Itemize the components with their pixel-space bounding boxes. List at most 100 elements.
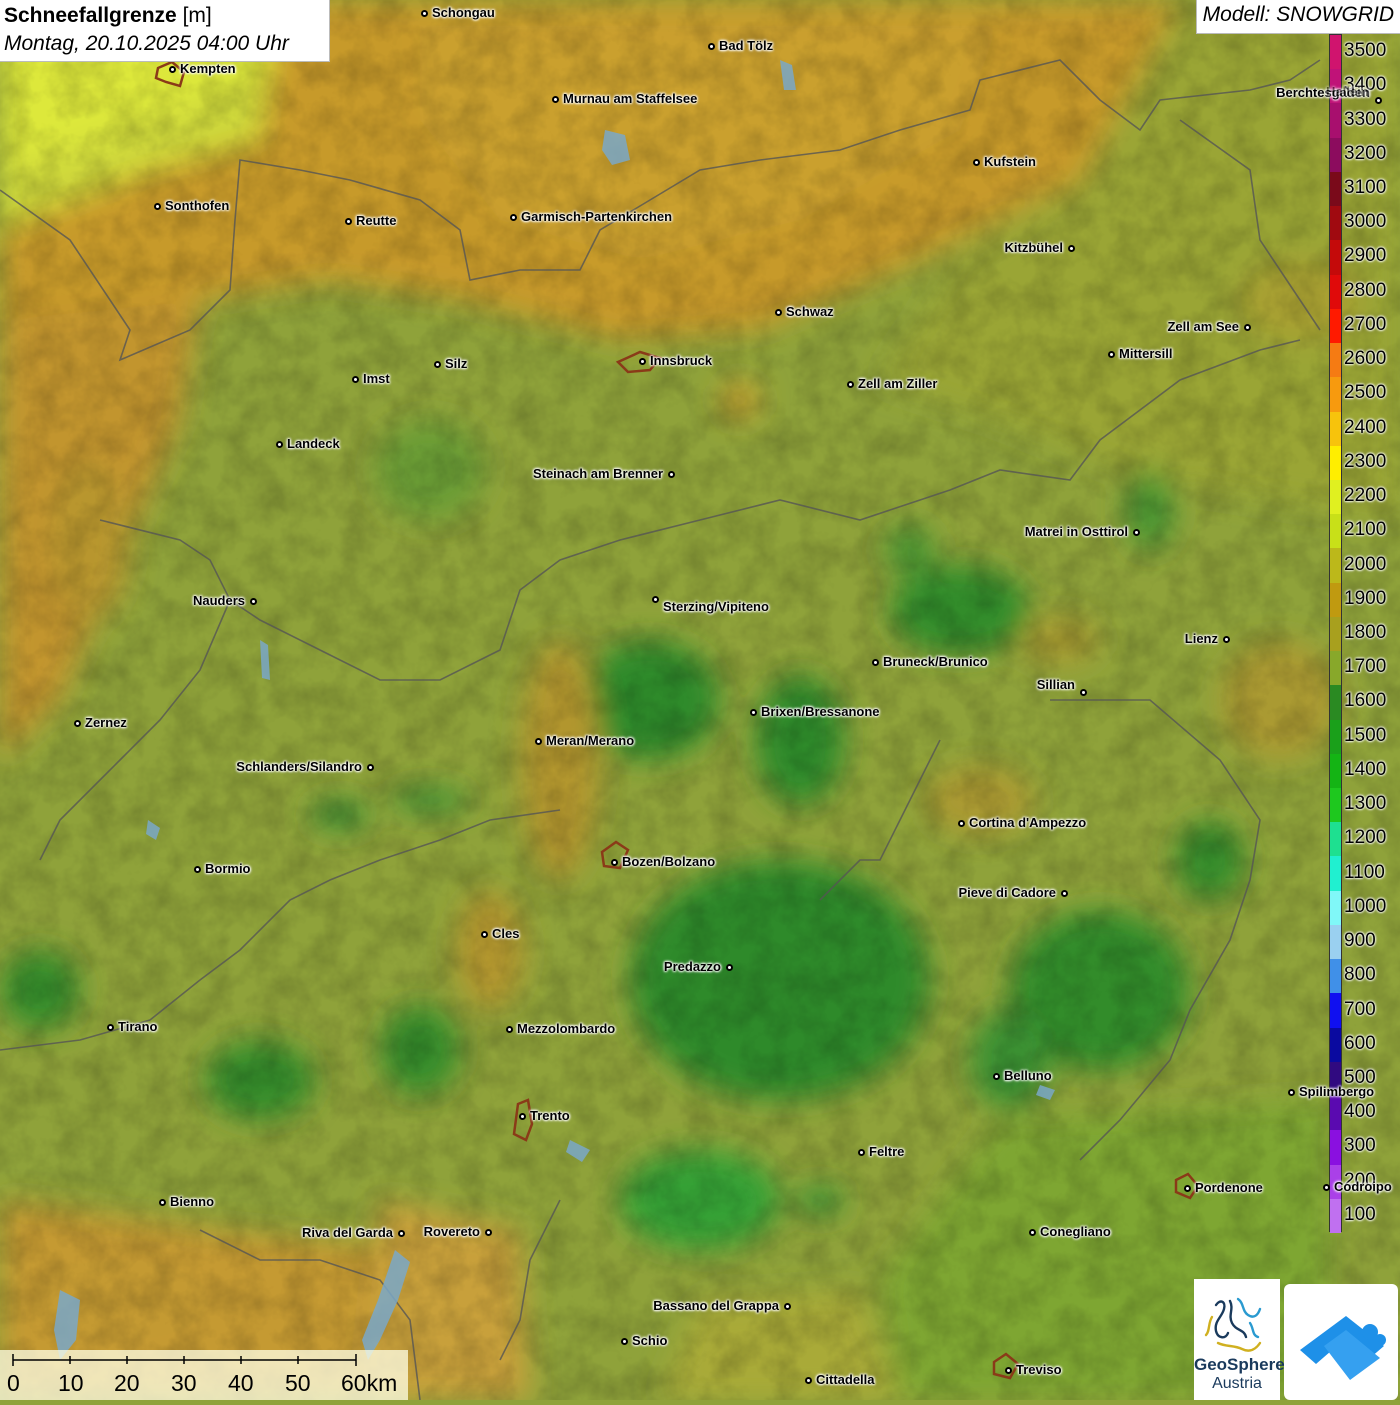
legend-label: 2100 — [1344, 519, 1387, 541]
city-label: Imst — [363, 371, 390, 386]
legend-swatch — [1330, 274, 1341, 310]
city-label: Belluno — [1004, 1068, 1052, 1083]
city-label: Matrei in Osttirol — [1024, 524, 1128, 539]
legend-label: 1700 — [1344, 656, 1387, 678]
city-label: Schongau — [432, 5, 495, 20]
city-marker — [158, 1198, 166, 1206]
city-marker — [73, 719, 81, 727]
legend-swatch — [1330, 924, 1341, 960]
legend-label: 700 — [1344, 998, 1376, 1020]
city-marker — [774, 308, 782, 316]
city-label: Bruneck/Brunico — [883, 654, 988, 669]
city-label: Brixen/Bressanone — [761, 704, 880, 719]
city-label: Lienz — [1184, 631, 1218, 646]
legend-swatch — [1330, 1096, 1341, 1131]
city-label: Hallein — [1326, 84, 1369, 99]
city-marker — [1004, 1366, 1012, 1374]
city-marker — [351, 375, 359, 383]
city-marker — [366, 763, 374, 771]
snow-chevron-icon — [1300, 1316, 1386, 1380]
legend-swatch — [1330, 582, 1341, 618]
city-marker — [480, 930, 488, 938]
city-label: Bienno — [170, 1194, 215, 1209]
city-label: Steinach am Brenner — [532, 466, 663, 481]
city-label: Treviso — [1016, 1362, 1062, 1377]
legend-swatch — [1330, 651, 1341, 686]
city-marker — [749, 708, 757, 716]
legend-label: 1400 — [1344, 758, 1387, 780]
city-label: Tirano — [118, 1019, 158, 1034]
geosphere-name: GeoSphere — [1194, 1355, 1285, 1374]
legend-swatch — [1330, 959, 1341, 994]
legend-swatch — [1330, 240, 1341, 276]
city-marker — [871, 658, 879, 666]
legend-swatch — [1330, 1027, 1341, 1063]
city-label: Sonthofen — [165, 198, 230, 213]
city-label: Zernez — [85, 715, 127, 730]
legend-swatch — [1330, 137, 1341, 173]
legend-swatch — [1330, 616, 1341, 652]
city-label: Bormio — [205, 861, 251, 876]
city-label: Meran/Merano — [546, 733, 635, 748]
city-label: Mittersill — [1119, 346, 1173, 361]
city-label: Rovereto — [423, 1224, 480, 1239]
legend-swatch — [1330, 479, 1341, 515]
legend-swatch — [1330, 445, 1341, 481]
legend-swatch — [1330, 308, 1341, 344]
city-marker — [505, 1025, 513, 1033]
city-marker — [1287, 1088, 1295, 1096]
legend-swatch — [1330, 890, 1341, 926]
legend-label: 1500 — [1344, 724, 1387, 746]
legend-swatch — [1330, 548, 1341, 584]
city-marker — [972, 158, 980, 166]
legend-label: 1600 — [1344, 690, 1387, 712]
scale-label-40: 40 — [228, 1370, 254, 1396]
legend-label: 2400 — [1344, 416, 1387, 438]
legend-swatch — [1330, 788, 1341, 823]
city-marker — [783, 1302, 791, 1310]
city-marker — [1243, 323, 1251, 331]
city-marker — [1132, 528, 1140, 536]
legend-swatch — [1330, 171, 1341, 207]
city-marker — [725, 963, 733, 971]
legend-label: 800 — [1344, 964, 1376, 986]
city-label: Innsbruck — [650, 353, 713, 368]
legend-label: 2800 — [1344, 279, 1387, 301]
legend-label: 1200 — [1344, 827, 1387, 849]
legend-label: 600 — [1344, 1032, 1376, 1054]
city-label: Reutte — [356, 213, 397, 228]
city-label: Bassano del Grappa — [653, 1298, 779, 1313]
legend-swatch — [1330, 206, 1341, 241]
legend-swatch — [1330, 35, 1341, 70]
city-marker — [1222, 635, 1230, 643]
city-label: Sillian — [1036, 677, 1075, 692]
legend-label: 1000 — [1344, 895, 1387, 917]
legend-label: 2700 — [1344, 313, 1387, 335]
legend-label: 900 — [1344, 930, 1376, 952]
city-label: Silz — [445, 356, 468, 371]
legend-label: 2000 — [1344, 553, 1387, 575]
city-label: Predazzo — [663, 959, 721, 974]
city-marker — [433, 360, 441, 368]
app-logo[interactable] — [1284, 1284, 1398, 1400]
city-marker — [1060, 889, 1068, 897]
city-marker — [846, 380, 854, 388]
city-marker — [193, 865, 201, 873]
city-marker — [1107, 350, 1115, 358]
city-marker — [397, 1229, 405, 1237]
scale-label-10: 10 — [58, 1370, 84, 1396]
city-label: Murnau am Staffelsee — [563, 91, 698, 106]
city-marker — [1079, 688, 1087, 696]
geosphere-logo[interactable]: GeoSphere Austria — [1194, 1279, 1285, 1400]
legend-label: 300 — [1344, 1135, 1376, 1157]
city-label: Garmisch-Partenkirchen — [521, 209, 673, 224]
color-legend: 3500 3400 3300 3200 3100 3000 2900 2800 2700 2600… — [1329, 34, 1400, 1234]
city-marker — [957, 819, 965, 827]
city-marker — [610, 858, 618, 866]
city-label: Schlanders/Silandro — [236, 759, 362, 774]
map-title: Schneefallgrenze [m] — [4, 2, 325, 30]
geosphere-country: Austria — [1212, 1375, 1262, 1392]
legend-swatch — [1330, 377, 1341, 412]
city-label: Feltre — [869, 1144, 905, 1159]
city-marker — [168, 65, 176, 73]
